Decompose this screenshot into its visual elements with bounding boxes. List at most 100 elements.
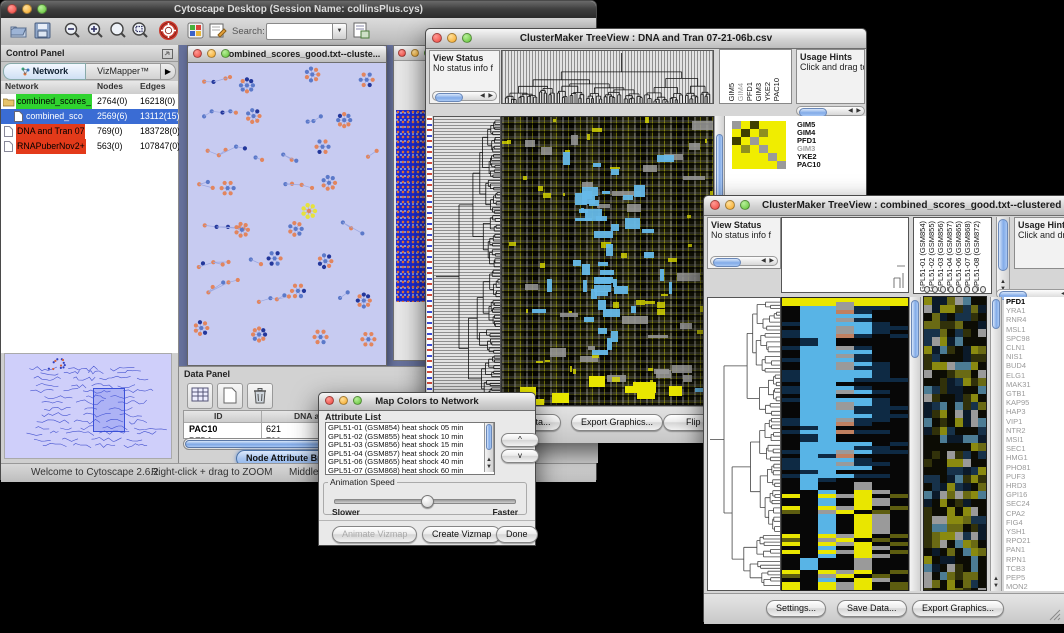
gene-label: GTB1 bbox=[1006, 389, 1048, 398]
zoom-button[interactable] bbox=[221, 49, 230, 58]
column-indicator-circle bbox=[956, 286, 962, 293]
export-graphics-button[interactable]: Export Graphics... bbox=[571, 414, 663, 431]
save-data-button[interactable]: Save Data... bbox=[837, 600, 907, 617]
matrix-cell bbox=[741, 121, 750, 129]
minimize-button[interactable] bbox=[22, 4, 32, 14]
view-status-scrollbar[interactable]: ◀ ▶ bbox=[710, 256, 778, 266]
zoom-in-icon[interactable] bbox=[86, 21, 104, 44]
heatmap-zoom-view[interactable] bbox=[923, 296, 987, 591]
matrix-cell bbox=[732, 145, 741, 153]
new-document-icon[interactable] bbox=[217, 383, 243, 409]
matrix-cell bbox=[750, 137, 759, 145]
status-hint-middle: Middle- bbox=[289, 464, 322, 481]
matrix-cell bbox=[777, 129, 786, 137]
settings-button[interactable]: Settings... bbox=[766, 600, 826, 617]
column-indicator-circle bbox=[972, 286, 978, 293]
close-button[interactable] bbox=[7, 4, 17, 14]
gene-label: MSL1 bbox=[1006, 325, 1048, 334]
gene-vscrollbar[interactable]: ▲▼ bbox=[990, 297, 1002, 591]
slider-max-label: Faster bbox=[492, 507, 518, 517]
gene-name-list: PFD1YRA1RNR4MSL1SPC98CLN1NIS1BUD4ELG1MAK… bbox=[1004, 297, 1048, 591]
network-row-combined-sco-selected[interactable]: combined_sco 2569(6) 13112(15) bbox=[1, 109, 178, 124]
column-dendrogram[interactable] bbox=[501, 50, 714, 104]
close-button[interactable] bbox=[710, 200, 720, 210]
done-button[interactable]: Done bbox=[496, 526, 538, 543]
row-dendrogram-area[interactable] bbox=[707, 297, 781, 591]
overview-viewport-rect[interactable] bbox=[93, 388, 125, 432]
heatmap-vscrollbar[interactable] bbox=[909, 297, 921, 591]
column-label: GPL51-02 (GSM855) bbox=[927, 221, 936, 292]
trash-icon[interactable] bbox=[247, 383, 273, 409]
zoom-button[interactable] bbox=[740, 200, 750, 210]
network-canvas[interactable] bbox=[189, 63, 385, 364]
view-status-panel: View Status No status info f ◀ ▶ bbox=[429, 50, 500, 104]
matrix-cell bbox=[759, 153, 768, 161]
matrix-cell bbox=[759, 129, 768, 137]
create-vizmap-button[interactable]: Create Vizmap bbox=[422, 526, 501, 543]
annotation-icon[interactable] bbox=[209, 22, 227, 44]
animation-speed-slider[interactable] bbox=[334, 499, 516, 504]
labels-vscrollbar[interactable]: ▲▼ bbox=[996, 217, 1010, 294]
slider-thumb[interactable] bbox=[421, 495, 434, 508]
table-grid-icon[interactable] bbox=[187, 383, 213, 409]
zoom-selected-icon[interactable] bbox=[131, 21, 149, 44]
usage-hints-scrollbar[interactable]: ◀ ▶ bbox=[796, 106, 865, 116]
search-input[interactable] bbox=[266, 23, 334, 40]
column-indicator-circle bbox=[948, 286, 954, 293]
network-row-combined-scores[interactable]: combined_scores_ 2764(0) 16218(0) bbox=[1, 94, 178, 109]
import-table-icon[interactable] bbox=[352, 22, 370, 44]
move-up-button[interactable]: ^ bbox=[501, 433, 539, 447]
export-graphics-button[interactable]: Export Graphics... bbox=[912, 600, 1004, 617]
close-button[interactable] bbox=[432, 33, 442, 43]
animate-vizmap-button[interactable]: Animate Vizmap bbox=[332, 526, 417, 543]
row-color-strip bbox=[427, 116, 432, 406]
attribute-list-label: Attribute List bbox=[325, 412, 381, 422]
zoom-out-icon[interactable] bbox=[63, 21, 81, 44]
view-status-scrollbar[interactable]: ◀ ▶ bbox=[432, 91, 497, 101]
row-dendrogram[interactable] bbox=[433, 116, 501, 406]
resize-grip[interactable] bbox=[1049, 609, 1061, 621]
minimize-button[interactable] bbox=[207, 49, 216, 58]
heatmap-global-view[interactable] bbox=[781, 297, 909, 591]
open-folder-icon[interactable] bbox=[9, 22, 28, 44]
gene-label: SEC1 bbox=[1006, 444, 1048, 453]
plugin-manager-icon[interactable] bbox=[187, 22, 204, 44]
heatmap-global-view[interactable] bbox=[501, 116, 714, 406]
column-indicator-circle bbox=[940, 286, 946, 293]
network-row-dna-tran[interactable]: DNA and Tran 07 769(0) 183728(0) bbox=[1, 124, 178, 139]
close-button[interactable] bbox=[325, 396, 334, 405]
zoom-fit-icon[interactable] bbox=[109, 21, 127, 44]
attribute-item[interactable]: GPL51-07 (GSM868) heat shock 60 min bbox=[328, 467, 492, 476]
minimize-button[interactable] bbox=[339, 396, 348, 405]
close-button[interactable] bbox=[193, 49, 202, 58]
tab-network[interactable]: Network bbox=[3, 63, 86, 80]
gene-label: ELG1 bbox=[1006, 371, 1048, 380]
move-down-button[interactable]: v bbox=[501, 449, 539, 463]
correlation-matrix[interactable] bbox=[732, 121, 786, 169]
minimize-button[interactable] bbox=[447, 33, 457, 43]
tab-overflow-arrow[interactable]: ▶ bbox=[161, 63, 176, 80]
network-row-rnapuber[interactable]: RNAPuberNov2+ 563(0) 107847(0) bbox=[1, 139, 178, 154]
matrix-cell bbox=[741, 145, 750, 153]
gene-label: TCB3 bbox=[1006, 564, 1048, 573]
search-dropdown-arrow[interactable]: ▼ bbox=[332, 23, 347, 40]
minimize-button[interactable] bbox=[725, 200, 735, 210]
usage-hints-panel: Usage Hints Click and drag bbox=[1014, 217, 1064, 269]
zoom-button[interactable] bbox=[37, 4, 47, 14]
matrix-cell bbox=[750, 161, 759, 169]
column-tree-marks bbox=[782, 218, 908, 292]
zoom-button[interactable] bbox=[462, 33, 472, 43]
attribute-list-scrollbar[interactable]: ▲▼ bbox=[484, 423, 494, 472]
main-titlebar[interactable]: Cytoscape Desktop (Session Name: collins… bbox=[1, 1, 596, 19]
gene-label: CLN1 bbox=[1006, 343, 1048, 352]
tab-vizmapper[interactable]: VizMapper™ bbox=[86, 63, 161, 80]
network-table-header: Network Nodes Edges bbox=[1, 81, 178, 95]
gene-label: VIP1 bbox=[1006, 417, 1048, 426]
network-overview-pane[interactable] bbox=[4, 353, 172, 459]
column-label: PFD1 bbox=[745, 82, 754, 101]
attribute-list[interactable]: GPL51-01 (GSM854) heat shock 05 minGPL51… bbox=[325, 422, 495, 475]
save-icon[interactable] bbox=[34, 22, 51, 44]
help-lifesaver-icon[interactable] bbox=[159, 21, 178, 45]
matrix-cell bbox=[768, 129, 777, 137]
zoom-button[interactable] bbox=[353, 396, 362, 405]
